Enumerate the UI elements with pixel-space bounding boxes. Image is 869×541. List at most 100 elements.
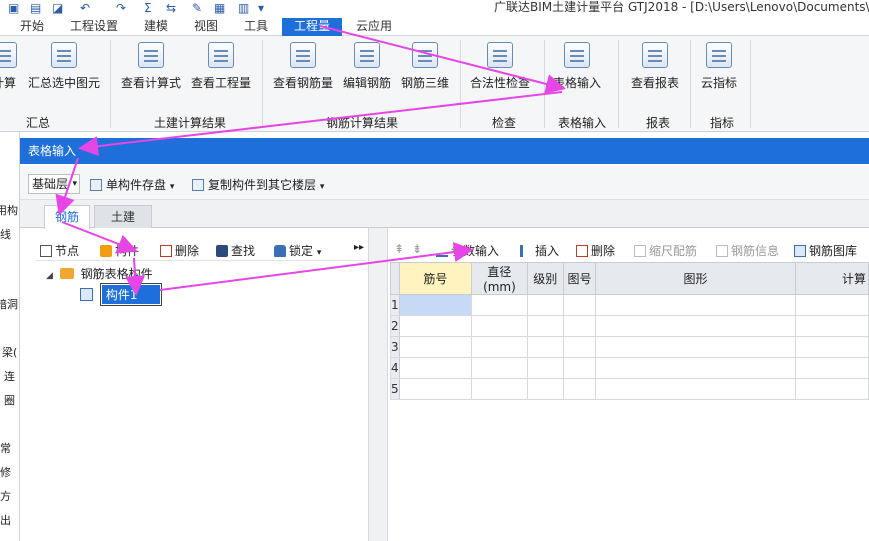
grid-cell[interactable]	[595, 357, 796, 379]
tab-start[interactable]: 开始	[14, 18, 50, 36]
scale-rebar-button[interactable]: 缩尺配筋	[634, 242, 697, 259]
pen-icon[interactable]: ✎	[192, 1, 202, 15]
move-down-icon[interactable]: ⇟	[412, 242, 422, 256]
delete-row-button[interactable]: 删除	[576, 242, 615, 259]
sum-icon[interactable]: Σ	[144, 1, 152, 15]
nav-item[interactable]: 圈	[4, 392, 15, 408]
tab-tools[interactable]: 工具	[238, 18, 274, 36]
grid-cell[interactable]	[526, 357, 564, 379]
tab-view[interactable]: 视图	[188, 18, 224, 36]
grid-cell[interactable]	[595, 378, 796, 400]
nav-item[interactable]: 线	[0, 226, 11, 242]
rebar-3d-button[interactable]: 钢筋三维	[400, 42, 450, 102]
grid-cell[interactable]	[562, 315, 597, 337]
insert-row-button[interactable]: 插入	[520, 242, 559, 259]
row-number[interactable]: 3	[390, 336, 400, 358]
lock-button[interactable]: 锁定 ▾	[274, 242, 321, 259]
grid-cell[interactable]	[526, 315, 564, 337]
table-input-button[interactable]: 表格输入	[550, 42, 604, 102]
rebar-info-button[interactable]: 钢筋信息	[716, 242, 779, 259]
row-number[interactable]: 1	[390, 294, 400, 316]
tab-civil[interactable]: 土建	[94, 205, 152, 228]
view-formula-button[interactable]: 查看计算式	[120, 42, 182, 102]
view-rebar-qty-button[interactable]: 查看钢筋量	[272, 42, 334, 102]
nav-item[interactable]: 出	[0, 512, 11, 528]
rebar-library-button[interactable]: 钢筋图库	[794, 242, 857, 259]
tab-quantities[interactable]: 工程量	[282, 18, 342, 36]
grid-cell[interactable]	[562, 294, 597, 316]
grid-cell[interactable]	[595, 294, 796, 316]
tree-item-component[interactable]: 构件1	[80, 283, 162, 306]
grid-cell[interactable]	[562, 357, 597, 379]
grid-cell[interactable]	[471, 315, 528, 337]
view-report-button[interactable]: 查看报表	[626, 42, 684, 102]
nav-item[interactable]: 用构	[0, 202, 18, 218]
grid-cell[interactable]	[794, 357, 869, 379]
tab-cloud[interactable]: 云应用	[350, 18, 398, 36]
column-header[interactable]: 图号	[562, 262, 597, 295]
grid-cell[interactable]	[526, 336, 564, 358]
grid-cell[interactable]	[398, 378, 473, 400]
save-single-button[interactable]: 单构件存盘 ▾	[90, 176, 174, 193]
nav-item[interactable]: 常	[0, 440, 11, 456]
add-component-button[interactable]: 构件	[100, 242, 139, 259]
column-header[interactable]: 计算	[794, 262, 869, 295]
row-number[interactable]: 5	[390, 378, 400, 400]
calc-button[interactable]: 计算	[0, 42, 18, 102]
grid-cell[interactable]	[398, 357, 473, 379]
grid-cell[interactable]	[471, 357, 528, 379]
tab-project-settings[interactable]: 工程设置	[64, 18, 124, 36]
grid-cell[interactable]	[595, 336, 796, 358]
nav-item[interactable]: 修	[0, 464, 11, 480]
row-number[interactable]: 4	[390, 357, 400, 379]
nav-item[interactable]: 暗洞	[0, 296, 18, 312]
column-header[interactable]: 级别	[526, 262, 564, 295]
tab-rebar[interactable]: 钢筋	[44, 205, 90, 229]
summary-selected-button[interactable]: 汇总选中图元	[26, 42, 102, 102]
grid-cell[interactable]	[794, 294, 869, 316]
chevron-down-icon[interactable]: ▾	[258, 1, 264, 15]
nav-item[interactable]: 梁(	[2, 344, 17, 360]
column-header[interactable]: 筋号	[398, 262, 473, 295]
delete-component-button[interactable]: 删除	[160, 242, 199, 259]
grid-cell[interactable]	[794, 378, 869, 400]
grid-cell[interactable]	[794, 336, 869, 358]
grid-icon[interactable]: ▥	[238, 1, 249, 15]
redo-icon[interactable]: ↷	[116, 1, 126, 15]
grid-cell[interactable]	[562, 336, 597, 358]
grid-cell[interactable]	[595, 315, 796, 337]
new-icon[interactable]: ▤	[30, 1, 41, 15]
grid-cell[interactable]	[471, 294, 528, 316]
param-input-button[interactable]: 参数输入	[436, 242, 499, 259]
measure-icon[interactable]: ⇆	[166, 1, 176, 15]
floor-select[interactable]: 基础层 ▾	[28, 174, 80, 194]
table-icon[interactable]: ▦	[214, 1, 225, 15]
view-quantity-button[interactable]: 查看工程量	[190, 42, 252, 102]
pane-splitter[interactable]	[368, 228, 388, 541]
validity-check-button[interactable]: 合法性检查	[468, 42, 532, 102]
tab-modeling[interactable]: 建模	[138, 18, 174, 36]
tree-item-edit[interactable]: 构件1	[99, 283, 162, 306]
more-icon[interactable]: ▸▸	[354, 242, 364, 253]
column-header[interactable]: 图形	[595, 262, 796, 295]
grid-cell[interactable]	[526, 378, 564, 400]
column-header[interactable]: 直径(mm)	[471, 262, 528, 295]
grid-cell[interactable]	[398, 315, 473, 337]
grid-cell[interactable]	[471, 336, 528, 358]
grid-cell[interactable]	[562, 378, 597, 400]
nav-item[interactable]: 方	[0, 488, 11, 504]
open-icon[interactable]: ◪	[52, 1, 63, 15]
edit-rebar-button[interactable]: 编辑钢筋	[342, 42, 392, 102]
tree-root[interactable]: ◢ 钢筋表格构件	[46, 265, 153, 282]
grid-cell[interactable]	[398, 336, 473, 358]
find-button[interactable]: 查找	[216, 242, 255, 259]
copy-to-floors-button[interactable]: 复制构件到其它楼层 ▾	[192, 176, 324, 193]
grid-cell[interactable]	[794, 315, 869, 337]
node-button[interactable]: 节点	[40, 242, 79, 259]
move-up-icon[interactable]: ⇞	[394, 242, 404, 256]
grid-cell[interactable]	[471, 378, 528, 400]
cloud-index-button[interactable]: 云指标	[696, 42, 742, 102]
save-icon[interactable]: ▣	[8, 1, 19, 15]
collapse-icon[interactable]: ◢	[46, 271, 53, 281]
grid-cell[interactable]	[398, 294, 473, 316]
